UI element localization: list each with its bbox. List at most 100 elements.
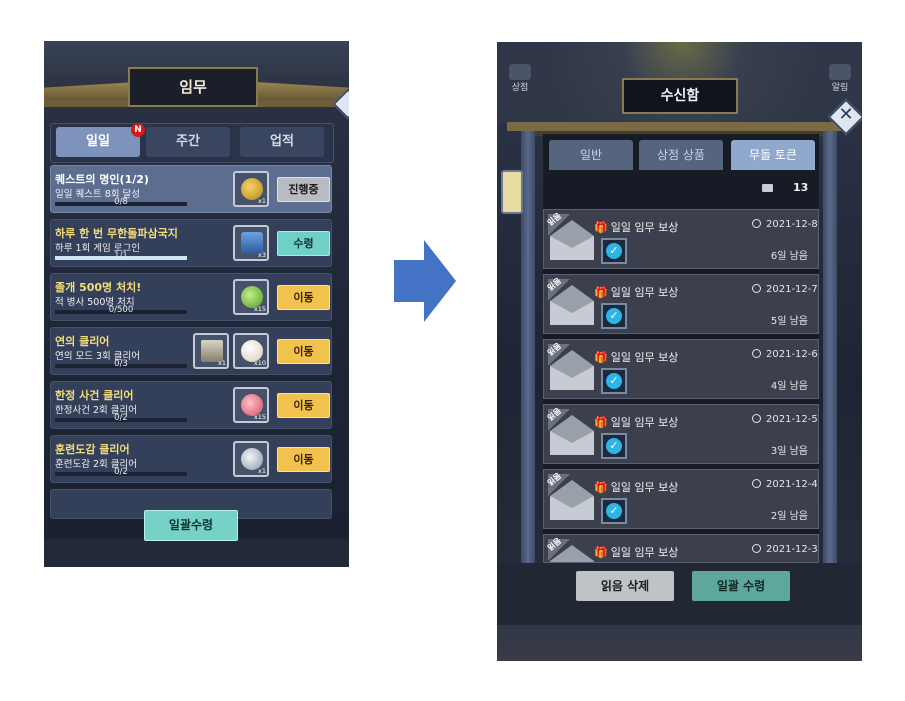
mail-remaining: 3일 남음 [770,446,808,457]
right-arrow-icon [394,240,456,322]
mail-icon [762,184,773,192]
tab-achievements[interactable]: 업적 [240,127,324,157]
clock-icon [752,414,761,423]
mailbox-floor-background [497,625,862,661]
free-token-item[interactable]: ✓ [601,433,627,459]
delete-read-button[interactable]: 읽음 삭제 [576,571,674,601]
claim-all-button[interactable]: 일괄수령 [144,510,238,541]
tab-weekly[interactable]: 주간 [146,127,230,157]
check-icon: ✓ [606,308,622,324]
reward-item[interactable]: x15 [233,387,269,423]
mail-row[interactable]: 읽음 🎁 일일 임무 보상 2021-12-4 ✓ 2일 남음 [543,469,819,529]
quest-row: 연의 클리어 연의 모드 3회 클리어 0/3 x1 x10 이동 [50,327,332,375]
quest-row: 훈련도감 클리어 훈련도감 2회 클리어 0/2 x1 이동 [50,435,332,483]
quest-progress-text: 0/2 [114,413,128,423]
mail-title: 🎁 일일 임무 보상 [594,546,679,559]
mail-remaining: 6일 남음 [770,251,808,262]
notice-side-icon[interactable]: 알림 [827,64,853,94]
reward-item[interactable]: x1 [193,333,229,369]
lantern-icon [501,170,523,214]
tab-free-tokens[interactable]: 무돌 토큰 [731,140,815,170]
clock-icon [752,349,761,358]
clock-icon [752,284,761,293]
mail-row[interactable]: 읽음 🎁 일일 임무 보상 2021-12-6 ✓ 4일 남음 [543,339,819,399]
right-pillar [823,131,837,616]
reward-item[interactable]: x1 [233,171,269,207]
reward-item[interactable]: x1 [233,441,269,477]
check-icon: ✓ [606,243,622,259]
quest-progress-text: 0/2 [114,467,128,477]
close-icon[interactable]: ✕ [831,100,861,130]
shop-side-icon[interactable]: 상점 [507,64,533,94]
tab-general[interactable]: 일반 [549,140,633,170]
mail-date: 2021-12-8 [752,219,818,230]
claim-all-button[interactable]: 일괄 수령 [692,571,790,601]
free-token-item[interactable]: ✓ [601,368,627,394]
mail-date: 2021-12-4 [752,479,818,490]
check-icon: ✓ [606,503,622,519]
mailbox-footer [497,563,862,625]
mail-title: 🎁 일일 임무 보상 [594,286,679,299]
mail-remaining: 4일 남음 [770,381,808,392]
free-token-item[interactable]: ✓ [601,303,627,329]
tab-shop-items[interactable]: 상점 상품 [639,140,723,170]
free-token-item[interactable]: ✓ [601,498,627,524]
mail-row-partial[interactable]: 읽음 🎁 일일 임무 보상 2021-12-3 [543,534,819,563]
quest-title: 한정 사건 클리어 [55,389,134,402]
mail-row[interactable]: 읽음 🎁 일일 임무 보상 2021-12-5 ✓ 3일 남음 [543,404,819,464]
header-beam [507,122,850,131]
new-badge: N [131,123,145,137]
quest-row: 퀘스트의 명인(1/2) 일일 퀘스트 8회 달성 0/8 x1 진행중 [50,165,332,213]
mail-title: 🎁 일일 임무 보상 [594,416,679,429]
mail-remaining: 2일 남음 [770,511,808,522]
reward-item[interactable]: x15 [233,279,269,315]
quest-title: 훈련도감 클리어 [55,443,130,456]
mail-title: 🎁 일일 임무 보상 [594,351,679,364]
mailbox-title: 수신함 [622,78,738,114]
quest-claim-button[interactable]: 수령 [277,231,330,256]
quest-row: 졸개 500명 처치! 적 병사 500명 처치 0/500 x15 이동 [50,273,332,321]
mail-row[interactable]: 읽음 🎁 일일 임무 보상 2021-12-8 ✓ 6일 남음 [543,209,819,269]
mailbox-panel: 상점 알림 수신함 ✕ 일반 상점 상품 무돌 토큰 13 읽음 🎁 일일 임무 … [497,42,862,661]
gift-icon: 🎁 [594,351,608,364]
mail-title: 🎁 일일 임무 보상 [594,481,679,494]
quest-title: 하루 한 번 무한돌파삼국지 [55,227,178,240]
quest-panel-title: 임무 [128,67,258,107]
quest-in-progress-button[interactable]: 진행중 [277,177,330,202]
left-pillar [521,131,535,616]
clock-icon [752,479,761,488]
check-icon: ✓ [606,438,622,454]
clock-icon [752,219,761,228]
quest-row: 한정 사건 클리어 한정사건 2회 클리어 0/2 x15 이동 [50,381,332,429]
free-token-item[interactable]: ✓ [601,238,627,264]
gift-icon: 🎁 [594,416,608,429]
mail-title: 🎁 일일 임무 보상 [594,221,679,234]
quest-move-button[interactable]: 이동 [277,339,330,364]
gift-icon: 🎁 [594,221,608,234]
reward-item[interactable]: x3 [233,225,269,261]
quest-title: 연의 클리어 [55,335,110,348]
mail-date: 2021-12-3 [752,544,818,555]
quest-move-button[interactable]: 이동 [277,447,330,472]
quest-progress-text: 1/1 [114,251,128,261]
quest-progress-text: 0/500 [108,305,134,315]
mail-date: 2021-12-6 [752,349,818,360]
quest-panel: 임무 일일 N 주간 업적 퀘스트의 명인(1/2) 일일 퀘스트 8회 달성 … [44,41,349,567]
gift-icon: 🎁 [594,286,608,299]
quest-move-button[interactable]: 이동 [277,393,330,418]
quest-move-button[interactable]: 이동 [277,285,330,310]
quest-row: 하루 한 번 무한돌파삼국지 하루 1회 게임 로그인 1/1 x3 수령 [50,219,332,267]
quest-title: 퀘스트의 명인(1/2) [55,173,149,186]
quest-footer [44,539,349,567]
reward-item[interactable]: x10 [233,333,269,369]
tab-daily[interactable]: 일일 [56,127,140,157]
quest-title: 졸개 500명 처치! [55,281,142,294]
mail-count: 13 [793,181,809,194]
quest-progress-text: 0/8 [114,197,128,207]
mail-date: 2021-12-7 [752,284,818,295]
quest-progress-text: 0/3 [114,359,128,369]
clock-icon [752,544,761,553]
mail-remaining: 5일 남음 [770,316,808,327]
gift-icon: 🎁 [594,546,608,559]
mail-row[interactable]: 읽음 🎁 일일 임무 보상 2021-12-7 ✓ 5일 남음 [543,274,819,334]
